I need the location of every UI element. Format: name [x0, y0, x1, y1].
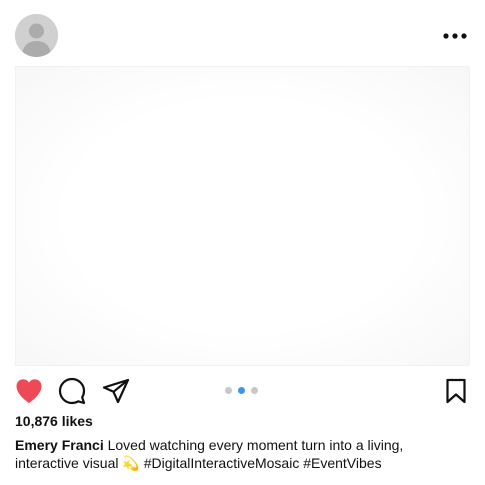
like-button[interactable]	[14, 376, 44, 406]
carousel-dot-active[interactable]	[238, 387, 245, 394]
more-options-button[interactable]	[441, 24, 469, 48]
avatar[interactable]	[15, 14, 58, 57]
share-button[interactable]	[101, 376, 131, 406]
action-bar	[0, 370, 485, 410]
more-horizontal-icon	[443, 33, 467, 39]
post-header	[0, 0, 485, 66]
post-caption: Emery Franci Loved watching every moment…	[15, 436, 445, 472]
post-card: 10,876 likes Emery Franci Loved watching…	[0, 0, 485, 485]
heart-filled-icon	[16, 379, 42, 403]
person-placeholder-icon	[15, 14, 58, 57]
comment-bubble-icon	[58, 377, 86, 405]
save-button[interactable]	[441, 376, 471, 406]
carousel-dot[interactable]	[251, 387, 258, 394]
comment-button[interactable]	[57, 376, 87, 406]
bookmark-icon	[446, 378, 466, 404]
carousel-dot[interactable]	[225, 387, 232, 394]
paper-plane-icon	[102, 378, 130, 404]
post-media[interactable]	[15, 66, 470, 366]
like-count[interactable]: 10,876 likes	[15, 412, 93, 430]
caption-username[interactable]: Emery Franci	[15, 437, 104, 453]
carousel-indicator	[225, 387, 258, 395]
